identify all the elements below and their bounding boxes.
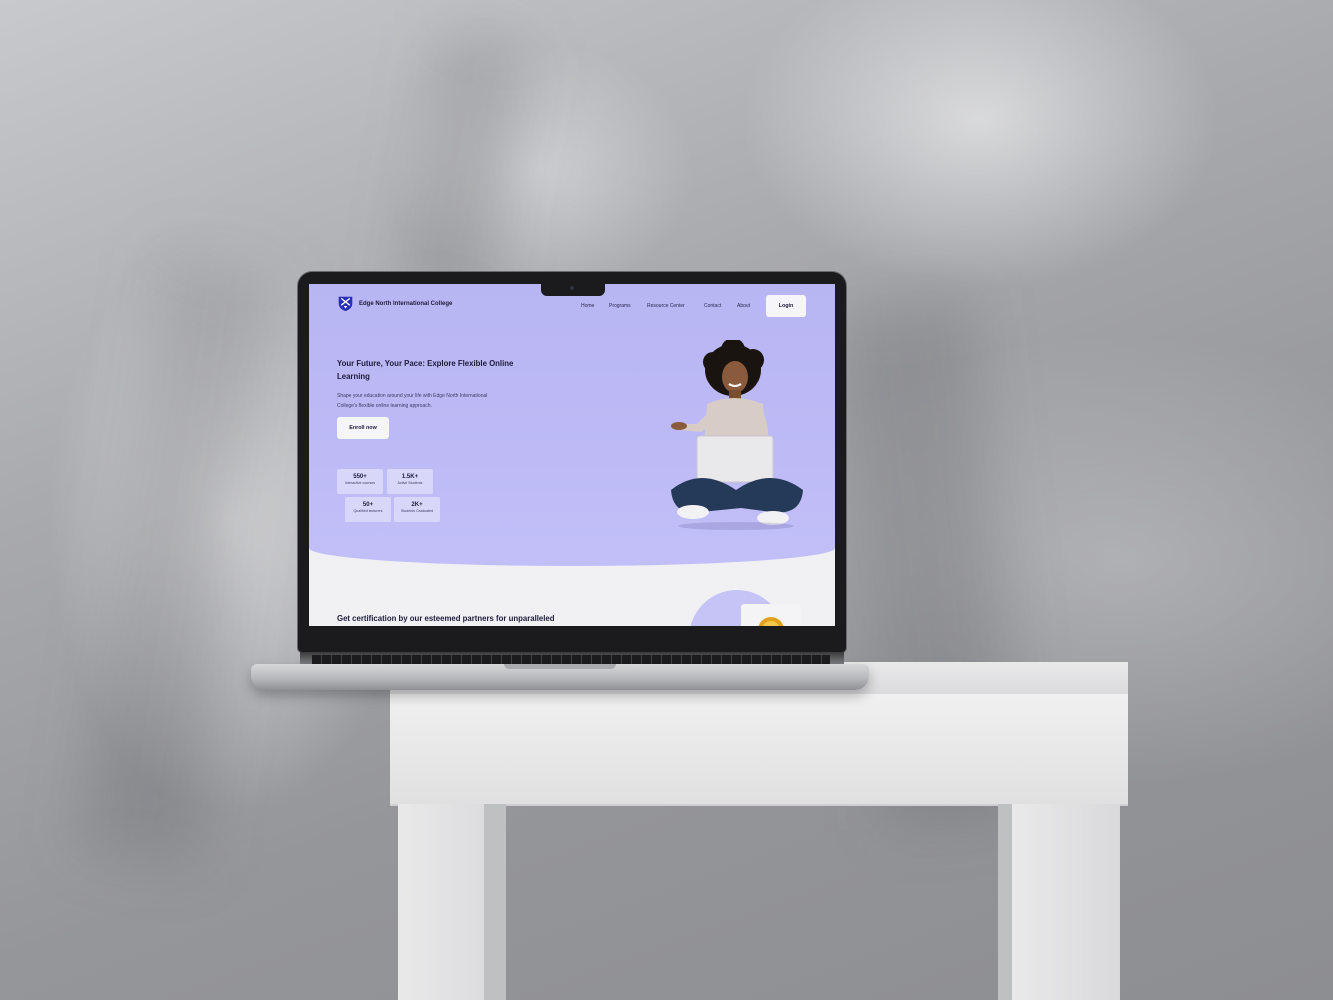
stat-label: Qualified lecturers xyxy=(353,509,383,513)
stat-card-students: 1.5K+ Active Students xyxy=(387,469,433,494)
stat-label: Active Students xyxy=(397,481,423,485)
hero-subtitle: Shape your education around your life wi… xyxy=(337,393,488,409)
stat-card-lecturers: 50+ Qualified lecturers xyxy=(345,497,391,522)
nav-home[interactable]: Home xyxy=(581,303,594,309)
stat-value: 50+ xyxy=(362,502,374,508)
table-leg-left xyxy=(398,804,506,1000)
brand-name[interactable]: Edge North International College xyxy=(359,301,452,307)
nav-resource-center[interactable]: Resource Center xyxy=(647,303,685,309)
stat-card-courses: 550+ Interactive courses xyxy=(337,469,383,494)
table-leg-right xyxy=(998,804,1120,1000)
lid-opening-notch xyxy=(504,664,616,669)
student-with-laptop-illustration xyxy=(671,340,803,530)
enroll-button[interactable]: Enroll now xyxy=(337,417,389,439)
shield-crest-icon[interactable] xyxy=(337,295,354,312)
laptop-screen: Edge North International College Home Pr… xyxy=(309,284,835,626)
stat-label: Interactive courses xyxy=(344,481,376,485)
certification-illustration xyxy=(690,590,801,626)
nav-about[interactable]: About xyxy=(737,303,750,309)
stat-value: 550+ xyxy=(353,474,367,480)
stat-card-graduates: 2K+ Students Graduated xyxy=(394,497,440,522)
stat-value: 1.5K+ xyxy=(401,474,419,480)
stat-value: 2K+ xyxy=(411,502,423,508)
nav-programs[interactable]: Programs xyxy=(609,303,631,309)
hero-title: Your Future, Your Pace: Explore Flexible… xyxy=(337,359,514,381)
certification-heading: Get certification by our esteemed partne… xyxy=(337,614,555,623)
camera-icon xyxy=(570,286,574,290)
login-button[interactable]: Login xyxy=(766,295,806,317)
camera-notch xyxy=(541,283,605,296)
stat-label: Students Graduated xyxy=(400,509,434,513)
table-apron xyxy=(390,694,1128,804)
nav-contact[interactable]: Contact xyxy=(704,303,721,309)
